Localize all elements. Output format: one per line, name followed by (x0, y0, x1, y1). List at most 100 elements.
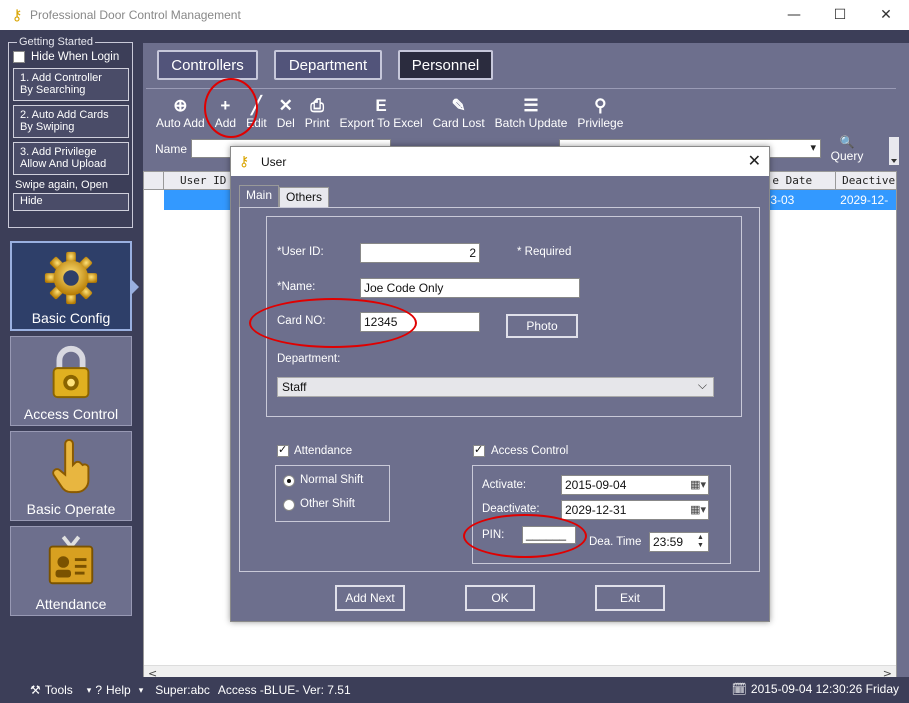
left-panel: Getting Started Hide When Login 1. Add C… (8, 36, 133, 228)
tab-personnel[interactable]: Personnel (398, 50, 493, 80)
dropdown-arrow-icon: ▾ (138, 684, 144, 695)
edit-button[interactable]: ╱ Edit (246, 96, 267, 130)
name-field[interactable]: Joe Code Only (360, 278, 580, 298)
tab-others[interactable]: Others (279, 187, 330, 207)
step-add-controller-button[interactable]: 1. Add Controller By Searching (13, 68, 129, 101)
step-sublabel: Allow And Upload (20, 158, 107, 170)
department-select[interactable]: Staff (277, 376, 714, 397)
user-id-field[interactable]: 2 (360, 243, 480, 263)
activate-date-text: 2015-09-04 (565, 478, 627, 492)
datetime-area: 🗓 2015-09-04 12:30:26 Friday (732, 682, 899, 696)
getting-started-legend: Getting Started (17, 36, 95, 48)
dropdown-arrow-icon: ▾ (86, 684, 92, 695)
nav-label: Basic Config (31, 310, 111, 326)
pin-field[interactable]: ______ (522, 526, 576, 544)
tab-controllers[interactable]: Controllers (157, 50, 258, 80)
help-icon: ? (95, 683, 102, 697)
toolbar-label: Auto Add (156, 116, 205, 130)
other-shift-label: Other Shift (300, 498, 355, 510)
step-auto-add-cards-button[interactable]: 2. Auto Add Cards By Swiping (13, 105, 129, 138)
card-lost-icon: ✎ (451, 96, 466, 115)
hide-when-login-checkbox[interactable] (13, 51, 25, 63)
query-label: Query (830, 149, 864, 163)
access-control-checkbox[interactable] (473, 443, 485, 457)
privilege-button[interactable]: ⚲ Privilege (577, 96, 623, 130)
other-shift-radio[interactable] (283, 499, 295, 511)
excel-icon: E (375, 96, 387, 115)
step-add-privilege-button[interactable]: 3. Add Privilege Allow And Upload (13, 142, 129, 175)
tools-icon: ⚒ (30, 683, 41, 697)
activate-date-field[interactable]: 2015-09-04 ▦▾ (561, 475, 709, 495)
dialog-body: *User ID: 2 * Required *Name: Joe Code O… (239, 207, 760, 572)
row-selector[interactable] (144, 190, 164, 210)
plus-icon: + (220, 96, 231, 115)
calendar-dropdown-icon[interactable]: ▦▾ (690, 476, 706, 494)
delete-button[interactable]: ✕ Del (277, 96, 295, 130)
step-sublabel: By Searching (20, 84, 86, 96)
photo-button[interactable]: Photo (506, 314, 578, 338)
time-spinner-icon[interactable]: ▲ ▼ (697, 534, 707, 550)
nav-basic-operate[interactable]: Basic Operate (10, 431, 132, 521)
tools-label: Tools (44, 683, 73, 697)
table-cell: 2029-12-31 (840, 193, 889, 227)
hide-when-login-row[interactable]: Hide When Login (13, 51, 128, 63)
card-lost-button[interactable]: ✎ Card Lost (433, 96, 485, 130)
column-header[interactable]: e Date (766, 172, 837, 189)
access-control-label: Access Control (491, 445, 569, 457)
tools-menu[interactable]: ⚒ Tools ▾ (30, 683, 91, 697)
getting-started-note: Swipe again, Open (15, 179, 108, 191)
card-no-label: Card NO: (277, 315, 326, 327)
hand-pointer-icon (52, 438, 90, 494)
normal-shift-radio[interactable] (283, 475, 295, 487)
toolbar-label: Privilege (577, 116, 624, 130)
current-user: Super:abc (155, 683, 210, 697)
table-cell: 3-03 (770, 193, 795, 207)
step-sublabel: By Swiping (20, 121, 75, 133)
toolbar-label: Export To Excel (339, 116, 423, 130)
dea-time-field[interactable]: 23:59 ▲ ▼ (649, 532, 709, 552)
add-button[interactable]: + Add (215, 96, 236, 130)
nav-attendance[interactable]: Attendance (10, 526, 132, 616)
add-next-button[interactable]: Add Next (335, 585, 405, 611)
step-label: 3. Add Privilege (20, 146, 97, 158)
shift-group: Normal Shift Other Shift (275, 465, 390, 522)
id-badge-icon (48, 535, 94, 585)
card-no-field[interactable]: 12345 (360, 312, 480, 332)
calendar-dropdown-icon[interactable]: ▦▾ (690, 501, 706, 519)
padlock-icon (52, 345, 90, 399)
nav-label: Access Control (23, 406, 119, 422)
maximize-button[interactable]: ☐ (817, 0, 863, 30)
tab-main[interactable]: Main (239, 185, 280, 207)
minimize-button[interactable]: — (771, 0, 817, 30)
column-header[interactable]: Deactive (836, 172, 896, 189)
help-label: Help (106, 683, 131, 697)
filter-scroll-icon[interactable] (889, 137, 899, 165)
nav-label: Attendance (35, 596, 107, 612)
hide-getting-started-button[interactable]: Hide (13, 193, 129, 211)
clock-calendar-icon: 🗓 (731, 682, 747, 696)
tab-department[interactable]: Department (274, 50, 382, 80)
deactivate-date-field[interactable]: 2029-12-31 ▦▾ (561, 500, 709, 520)
batch-update-button[interactable]: ☰ Batch Update (495, 96, 568, 130)
deactivate-label: Deactivate: (482, 503, 540, 515)
privilege-key-icon: ⚲ (594, 96, 607, 115)
query-button[interactable]: 🔍 Query (825, 135, 869, 163)
attendance-checkbox[interactable] (277, 443, 289, 457)
printer-icon: ⎙ (310, 96, 324, 115)
close-button[interactable]: ✕ (863, 0, 909, 30)
nav-access-control[interactable]: Access Control (10, 336, 132, 426)
toolbar-label: Print (304, 116, 330, 130)
exit-button[interactable]: Exit (595, 585, 665, 611)
access-control-group: Activate: 2015-09-04 ▦▾ Deactivate: 2029… (472, 465, 731, 564)
ok-button[interactable]: OK (465, 585, 535, 611)
print-button[interactable]: ⎙ Print (305, 96, 330, 130)
nav-basic-config[interactable]: Basic Config (10, 241, 132, 331)
status-bar: ⚒ Tools ▾ ? Help ▾ Super:abc Access -BLU… (0, 677, 909, 703)
close-icon[interactable]: ✕ (748, 151, 761, 170)
toolbar-label: Edit (246, 116, 267, 130)
toolbar-label: Del (276, 116, 295, 130)
auto-add-button[interactable]: ⊕ Auto Add (156, 96, 205, 130)
grid-corner (144, 172, 164, 189)
export-excel-button[interactable]: E Export To Excel (339, 96, 422, 130)
help-menu[interactable]: ? Help ▾ (95, 683, 143, 697)
